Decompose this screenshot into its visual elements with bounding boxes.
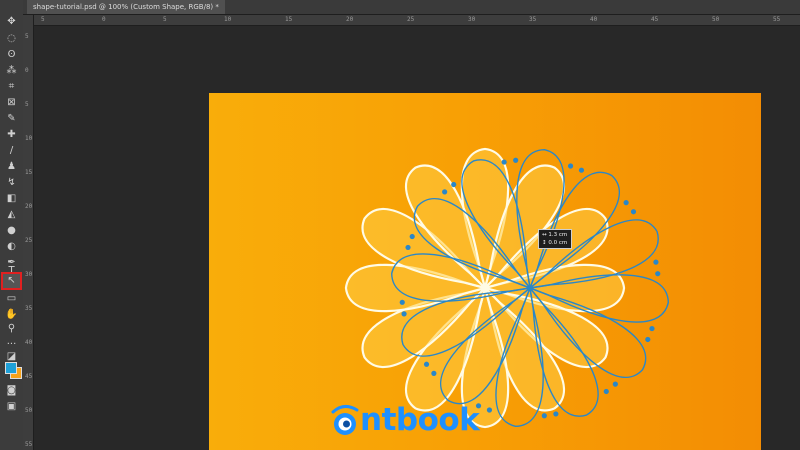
zoom-tool-icon[interactable]: ⚲ xyxy=(3,322,20,336)
ruler-tick-label: 50 xyxy=(25,407,33,414)
tools-panel: ✥ ◌ ʘ ⁂ ⌗ ⊠ ✎ ✚ / ♟ ↯ ◧ ◭ ● ◐ ✒ T ↖ ▭ ✋ ⚲ ··· ◪ ◙ ▣ xyxy=(0,0,24,450)
document-canvas[interactable] xyxy=(209,93,761,450)
ruler-tick-label: 35 xyxy=(529,16,537,23)
readout-horizontal: ↔ 1.3 cm xyxy=(542,232,568,238)
ruler-tick-label: 45 xyxy=(651,16,659,23)
ruler-tick-label: 35 xyxy=(25,305,33,312)
hand-tool-icon[interactable]: ✋ xyxy=(3,308,20,322)
document-tab-bar: shape-tutorial.psd @ 100% (Custom Shape,… xyxy=(23,0,800,15)
ruler-tick-label: 5 xyxy=(163,16,167,23)
paint-bucket-tool-icon[interactable]: ◭ xyxy=(3,208,20,222)
ruler-tick-label: 20 xyxy=(346,16,354,23)
ntbook-logo-mark xyxy=(331,405,359,435)
ruler-tick-label: 10 xyxy=(25,135,33,142)
document-tab[interactable]: shape-tutorial.psd @ 100% (Custom Shape,… xyxy=(27,0,225,14)
move-tool-icon[interactable]: ✥ xyxy=(3,15,20,29)
ruler-tick-label: 15 xyxy=(285,16,293,23)
lasso-tool-icon[interactable]: ʘ xyxy=(3,48,20,62)
ntbook-logo: ntbook xyxy=(330,402,480,438)
vertical-ruler[interactable]: 5 0 5 10 15 20 25 30 35 40 45 50 55 xyxy=(23,15,34,450)
ruler-tick-label: 30 xyxy=(468,16,476,23)
clone-stamp-tool-icon[interactable]: ♟ xyxy=(3,160,20,174)
ruler-tick-label: 55 xyxy=(773,16,781,23)
brush-tool-icon[interactable]: / xyxy=(3,144,20,158)
ruler-tick-label: 5 xyxy=(25,101,29,108)
horizontal-ruler[interactable]: 5 0 5 10 15 20 25 30 35 40 45 50 55 xyxy=(33,15,800,26)
blur-tool-icon[interactable]: ● xyxy=(3,224,20,238)
crop-tool-icon[interactable]: ⌗ xyxy=(3,80,20,94)
readout-vertical: ↕ 0.0 cm xyxy=(542,240,568,246)
foreground-color-swatch[interactable] xyxy=(5,362,17,374)
healing-brush-tool-icon[interactable]: ✚ xyxy=(3,128,20,142)
ruler-tick-label: 5 xyxy=(25,33,29,40)
magic-wand-tool-icon[interactable]: ⁂ xyxy=(3,64,20,78)
ruler-tick-label: 0 xyxy=(25,67,29,74)
ruler-tick-label: 25 xyxy=(407,16,415,23)
ruler-tick-label: 40 xyxy=(25,339,33,346)
ruler-tick-label: 45 xyxy=(25,373,33,380)
ruler-tick-label: 10 xyxy=(224,16,232,23)
custom-shape-tool-icon[interactable]: ▭ xyxy=(3,292,20,306)
eyedropper-tool-icon[interactable]: ✎ xyxy=(3,112,20,126)
screen-mode-icon[interactable]: ▣ xyxy=(3,400,20,414)
ruler-tick-label: 40 xyxy=(590,16,598,23)
direct-selection-tool-icon[interactable]: ↖ xyxy=(1,272,22,290)
ruler-tick-label: 20 xyxy=(25,203,33,210)
ntbook-logo-text: ntbook xyxy=(360,402,480,438)
quick-mask-icon[interactable]: ◙ xyxy=(3,384,20,398)
dodge-tool-icon[interactable]: ◐ xyxy=(3,240,20,254)
marquee-tool-icon[interactable]: ◌ xyxy=(3,32,20,46)
ruler-tick-label: 0 xyxy=(102,16,106,23)
history-brush-tool-icon[interactable]: ↯ xyxy=(3,176,20,190)
color-swatches-icon[interactable] xyxy=(3,362,22,379)
ruler-tick-label: 30 xyxy=(25,271,33,278)
transform-readout-tooltip: ↔ 1.3 cm ↕ 0.0 cm xyxy=(538,229,572,249)
eraser-tool-icon[interactable]: ◧ xyxy=(3,192,20,206)
frame-tool-icon[interactable]: ⊠ xyxy=(3,96,20,110)
ruler-tick-label: 15 xyxy=(25,169,33,176)
ruler-tick-label: 50 xyxy=(712,16,720,23)
ruler-tick-label: 25 xyxy=(25,237,33,244)
ruler-tick-label: 55 xyxy=(25,441,33,448)
ruler-tick-label: 5 xyxy=(41,16,45,23)
